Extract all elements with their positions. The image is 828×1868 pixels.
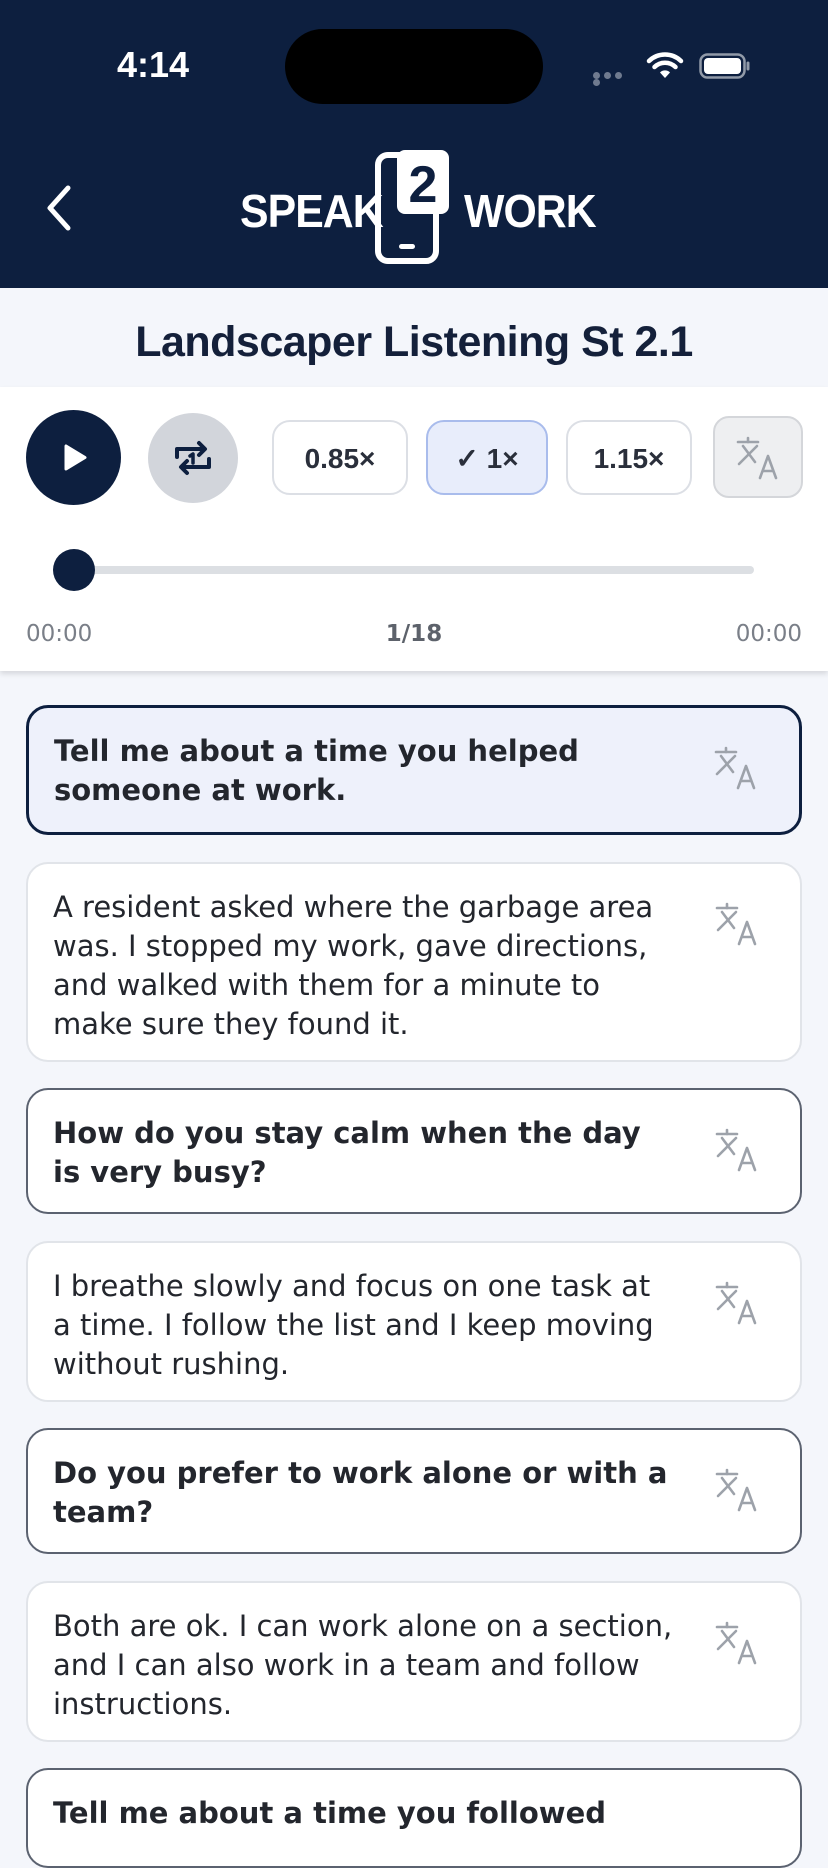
- translate-icon[interactable]: [714, 1468, 760, 1514]
- total-time: 00:00: [735, 621, 802, 647]
- speed-1-button[interactable]: ✓ 1×: [426, 420, 548, 495]
- speed-1-15-button[interactable]: 1.15×: [566, 420, 692, 495]
- translate-icon[interactable]: [714, 1281, 760, 1327]
- app-header: 4:14 SPEAK 2 WORK: [0, 0, 828, 288]
- cellular-signal-icon: [593, 72, 635, 86]
- card-text: Do you prefer to work alone or with a te…: [53, 1456, 668, 1529]
- translate-icon[interactable]: [714, 1621, 760, 1667]
- sentence-counter: 1/18: [385, 621, 443, 647]
- speed-0-85-button[interactable]: 0.85×: [272, 420, 408, 495]
- status-time: 4:14: [117, 44, 190, 85]
- translate-icon[interactable]: [714, 902, 760, 948]
- progress-track[interactable]: [60, 566, 754, 574]
- answer-card[interactable]: I breathe slowly and focus on one task a…: [26, 1241, 802, 1402]
- progress-thumb[interactable]: [53, 549, 95, 591]
- card-text: A resident asked where the garbage area …: [53, 890, 654, 1041]
- repeat-one-icon: [175, 441, 211, 475]
- audio-player: 0.85× ✓ 1× 1.15× 00:00 1/18 00:00: [0, 387, 828, 671]
- play-icon: [64, 444, 87, 471]
- battery-icon: [699, 53, 750, 79]
- logo-word-speak: SPEAK: [240, 185, 384, 237]
- speak2work-logo: SPEAK 2 WORK: [240, 150, 597, 270]
- card-text: Both are ok. I can work alone on a secti…: [53, 1609, 673, 1721]
- repeat-button[interactable]: [148, 413, 238, 503]
- answer-card[interactable]: Both are ok. I can work alone on a secti…: [26, 1581, 802, 1742]
- card-text: Tell me about a time you helped someone …: [54, 734, 579, 807]
- wifi-icon: [646, 52, 684, 78]
- logo-word-work: WORK: [464, 185, 597, 237]
- dynamic-island: [285, 29, 543, 104]
- question-card[interactable]: How do you stay calm when the day is ver…: [26, 1088, 802, 1214]
- answer-card[interactable]: A resident asked where the garbage area …: [26, 862, 802, 1062]
- translate-icon[interactable]: [713, 746, 759, 792]
- question-card[interactable]: Tell me about a time you followed: [26, 1768, 802, 1868]
- card-text: How do you stay calm when the day is ver…: [53, 1116, 641, 1189]
- question-card[interactable]: Tell me about a time you helped someone …: [26, 705, 802, 835]
- translate-icon: [736, 436, 778, 480]
- translate-all-button[interactable]: [713, 416, 803, 498]
- back-chevron-icon[interactable]: [38, 180, 82, 236]
- check-icon: ✓: [455, 443, 479, 474]
- title-band: Landscaper Listening St 2.1: [0, 288, 828, 386]
- speed-1-label: 1×: [486, 443, 519, 474]
- logo-digit: 2: [409, 156, 438, 214]
- translate-icon[interactable]: [714, 1128, 760, 1174]
- card-text: Tell me about a time you followed: [53, 1796, 606, 1830]
- page-title: Landscaper Listening St 2.1: [135, 318, 693, 366]
- question-card[interactable]: Do you prefer to work alone or with a te…: [26, 1428, 802, 1554]
- card-text: I breathe slowly and focus on one task a…: [53, 1269, 654, 1381]
- phone-icon: 2: [375, 150, 449, 264]
- play-button[interactable]: [26, 410, 121, 505]
